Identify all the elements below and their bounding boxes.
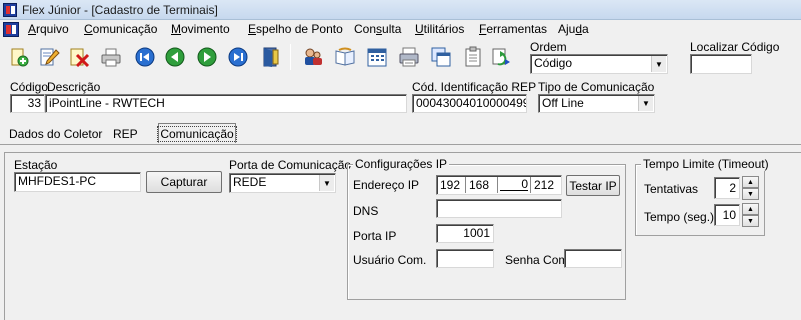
ip-octet-4: 212 (534, 178, 555, 192)
spin-up-icon[interactable]: ▲ (742, 176, 759, 188)
previous-record-icon[interactable] (162, 44, 188, 70)
window-title: Flex Júnior - [Cadastro de Terminais] (22, 3, 218, 17)
cod-identificacao-rep-input[interactable]: 00043004010000499 (412, 94, 527, 113)
porta-ip-input[interactable]: 1001 (436, 224, 494, 243)
tab-rep[interactable]: REP (108, 124, 143, 144)
tab-comunicacao[interactable]: Comunicação (157, 123, 237, 143)
tempo-seg-input[interactable]: 10 (714, 204, 740, 226)
users-icon[interactable] (300, 44, 326, 70)
tentativas-input[interactable]: 2 (714, 177, 740, 199)
porta-comunicacao-value: REDE (233, 175, 267, 189)
senha-com-input[interactable] (564, 249, 622, 268)
tab-dados-do-coletor[interactable]: Dados do Coletor (4, 124, 107, 144)
ip-octet-2: 168 (469, 178, 490, 192)
descricao-label: Descrição (47, 80, 101, 94)
clipboard-icon[interactable] (460, 44, 486, 70)
first-record-icon[interactable] (132, 44, 158, 70)
last-record-icon[interactable] (225, 44, 251, 70)
endereco-ip-label: Endereço IP (353, 178, 420, 192)
tempo-seg-label: Tempo (seg.) (644, 210, 715, 224)
tentativas-spinner[interactable]: ▲ ▼ (742, 176, 759, 200)
testar-ip-button[interactable]: Testar IP (566, 175, 620, 196)
spin-down-icon[interactable]: ▼ (742, 188, 759, 200)
ip-divider (530, 177, 531, 193)
system-menu-icon[interactable] (3, 22, 19, 37)
ip-octet-1: 192 (440, 178, 461, 192)
localizar-codigo-label: Localizar Código (690, 40, 780, 54)
tipo-comunicacao-value: Off Line (542, 96, 584, 110)
ordem-label: Ordem (530, 40, 567, 54)
dns-label: DNS (353, 204, 379, 218)
menu-utilitarios[interactable]: Utilitários (415, 22, 464, 36)
open-book-icon[interactable] (332, 44, 358, 70)
tipo-comunicacao-select[interactable]: Off Line ▼ (538, 94, 655, 113)
tab-comunicacao-label: Comunicação (157, 125, 237, 142)
edit-icon[interactable] (36, 44, 62, 70)
descricao-input[interactable]: iPointLine - RWTECH (45, 94, 407, 113)
ordem-select[interactable]: Código ▼ (530, 54, 668, 74)
tempo-limite-title: Tempo Limite (Timeout) (641, 157, 771, 171)
usuario-com-label: Usuário Com. (353, 253, 427, 267)
calendar-icon[interactable] (364, 44, 390, 70)
cod-identificacao-rep-label: Cód. Identificação REP (412, 80, 537, 94)
chevron-down-icon[interactable]: ▼ (319, 175, 334, 191)
print-icon[interactable] (98, 44, 124, 70)
tab-separator (0, 144, 801, 145)
porta-comunicacao-label: Porta de Comunicação (229, 158, 352, 172)
delete-icon[interactable] (66, 44, 92, 70)
ip-divider (497, 177, 498, 193)
configuracoes-ip-title: Configurações IP (353, 157, 450, 171)
codigo-label: Código (10, 80, 49, 94)
chevron-down-icon[interactable]: ▼ (638, 96, 653, 111)
exit-door-icon[interactable] (258, 44, 284, 70)
chevron-down-icon[interactable]: ▼ (651, 56, 666, 72)
new-record-icon[interactable] (6, 44, 32, 70)
spin-up-icon[interactable]: ▲ (742, 203, 759, 215)
menu-comunicacao[interactable]: Comunicação (84, 22, 157, 36)
porta-ip-label: Porta IP (353, 229, 397, 243)
ip-divider (465, 177, 466, 193)
menu-consulta[interactable]: Consulta (354, 22, 401, 36)
estacao-label: Estação (14, 158, 58, 172)
ordem-value: Código (534, 56, 573, 70)
tipo-comunicacao-label: Tipo de Comunicação (538, 80, 655, 94)
menu-ajuda[interactable]: Ajuda (558, 22, 589, 36)
porta-comunicacao-select[interactable]: REDE ▼ (229, 173, 336, 193)
app-logo-icon (3, 3, 17, 17)
localizar-codigo-input[interactable] (690, 54, 752, 74)
refresh-icon[interactable] (488, 44, 514, 70)
menu-espelho-de-ponto[interactable]: Espelho de Ponto (248, 22, 343, 36)
menu-movimento[interactable]: Movimento (171, 22, 230, 36)
codigo-input[interactable]: 33 (10, 94, 45, 113)
menu-ferramentas[interactable]: Ferramentas (479, 22, 547, 36)
menu-arquivo[interactable]: Arquivo (28, 22, 69, 36)
estacao-input[interactable]: MHFDES1-PC (14, 172, 141, 192)
next-record-icon[interactable] (194, 44, 220, 70)
dns-input[interactable] (436, 199, 562, 218)
tentativas-label: Tentativas (644, 182, 699, 196)
copy-windows-icon[interactable] (428, 44, 454, 70)
toolbar-separator (290, 44, 291, 70)
printer-list-icon[interactable] (396, 44, 422, 70)
spin-down-icon[interactable]: ▼ (742, 215, 759, 227)
usuario-com-input[interactable] (436, 249, 494, 268)
senha-com-label: Senha Com. (505, 253, 572, 267)
capturar-button[interactable]: Capturar (146, 171, 222, 193)
tempo-seg-spinner[interactable]: ▲ ▼ (742, 203, 759, 227)
ip-octet-3: 0 (500, 178, 528, 191)
